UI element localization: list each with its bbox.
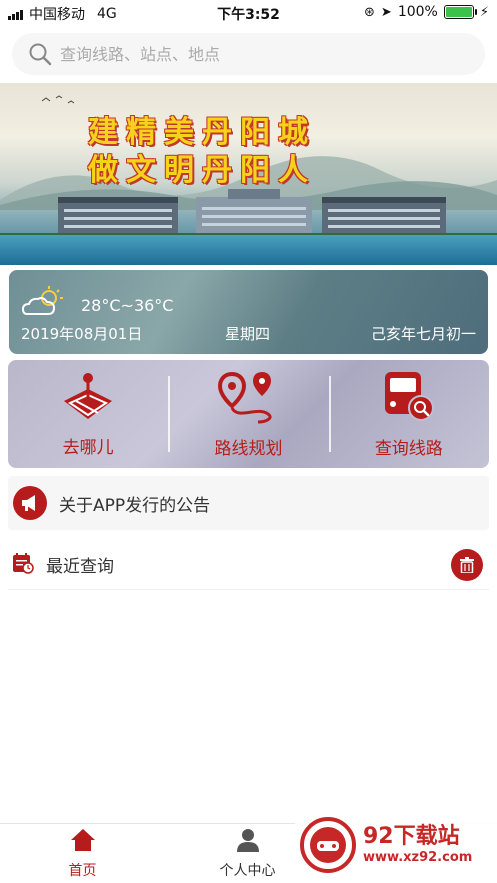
- search-bar[interactable]: [12, 33, 485, 75]
- map-pin-icon: [60, 371, 116, 427]
- bus-search-icon: [381, 370, 437, 428]
- user-icon: [236, 828, 260, 856]
- watermark-brand: 92下载站: [363, 824, 460, 849]
- buildings-graphic: [0, 189, 497, 239]
- status-bar: 中国移动 4G 下午3:52 ⊛ ➤ 100% ⚡: [0, 0, 497, 26]
- status-right: ⊛ ➤ 100% ⚡: [364, 4, 489, 20]
- megaphone-icon: [13, 486, 47, 520]
- date-text: 2019年08月01日: [21, 325, 143, 343]
- route-icon: [218, 370, 278, 428]
- recent-queries-header: 最近查询: [8, 540, 489, 590]
- action-route-plan-label: 路线规划: [214, 438, 283, 459]
- watermark: 92下载站 www.xz92.com: [295, 810, 497, 883]
- birds-graphic: [41, 95, 75, 104]
- tab-home[interactable]: 首页: [0, 824, 165, 883]
- partly-cloudy-icon: [21, 286, 67, 322]
- tab-profile-label: 个人中心: [219, 862, 276, 879]
- trash-icon[interactable]: [451, 549, 483, 581]
- search-icon: [20, 42, 60, 66]
- announcement-text: 关于APP发行的公告: [59, 495, 211, 516]
- announcement-row[interactable]: 关于APP发行的公告: [8, 476, 489, 530]
- quick-actions: 去哪儿 路线规划 查询线路: [8, 360, 489, 468]
- action-where-to-label: 去哪儿: [62, 437, 114, 458]
- charging-icon: ⚡: [479, 4, 489, 20]
- weekday-text: 星期四: [225, 325, 271, 343]
- orientation-lock-icon: ⊛: [364, 4, 375, 20]
- weather-card: 28°C~36°C 2019年08月01日 星期四 己亥年七月初一: [9, 270, 488, 354]
- action-route-plan[interactable]: 路线规划: [168, 360, 328, 468]
- action-search-line[interactable]: 查询线路: [328, 360, 489, 468]
- banner[interactable]: 建精美丹阳城 做文明丹阳人: [0, 83, 497, 265]
- calendar-icon: [12, 552, 34, 578]
- lunar-date-text: 己亥年七月初一: [370, 325, 476, 343]
- home-icon: [70, 828, 96, 856]
- battery-icon: [443, 5, 477, 19]
- action-where-to[interactable]: 去哪儿: [8, 360, 168, 468]
- watermark-url: www.xz92.com: [363, 850, 473, 865]
- search-input[interactable]: [60, 44, 440, 64]
- location-arrow-icon: ➤: [380, 4, 392, 20]
- water-graphic: [0, 235, 497, 265]
- temperature-text: 28°C~36°C: [81, 296, 174, 315]
- recent-queries-title: 最近查询: [46, 557, 114, 577]
- battery-label: 100%: [397, 4, 438, 20]
- action-search-line-label: 查询线路: [374, 438, 443, 459]
- tab-home-label: 首页: [68, 862, 97, 879]
- watermark-logo-icon: [299, 816, 357, 878]
